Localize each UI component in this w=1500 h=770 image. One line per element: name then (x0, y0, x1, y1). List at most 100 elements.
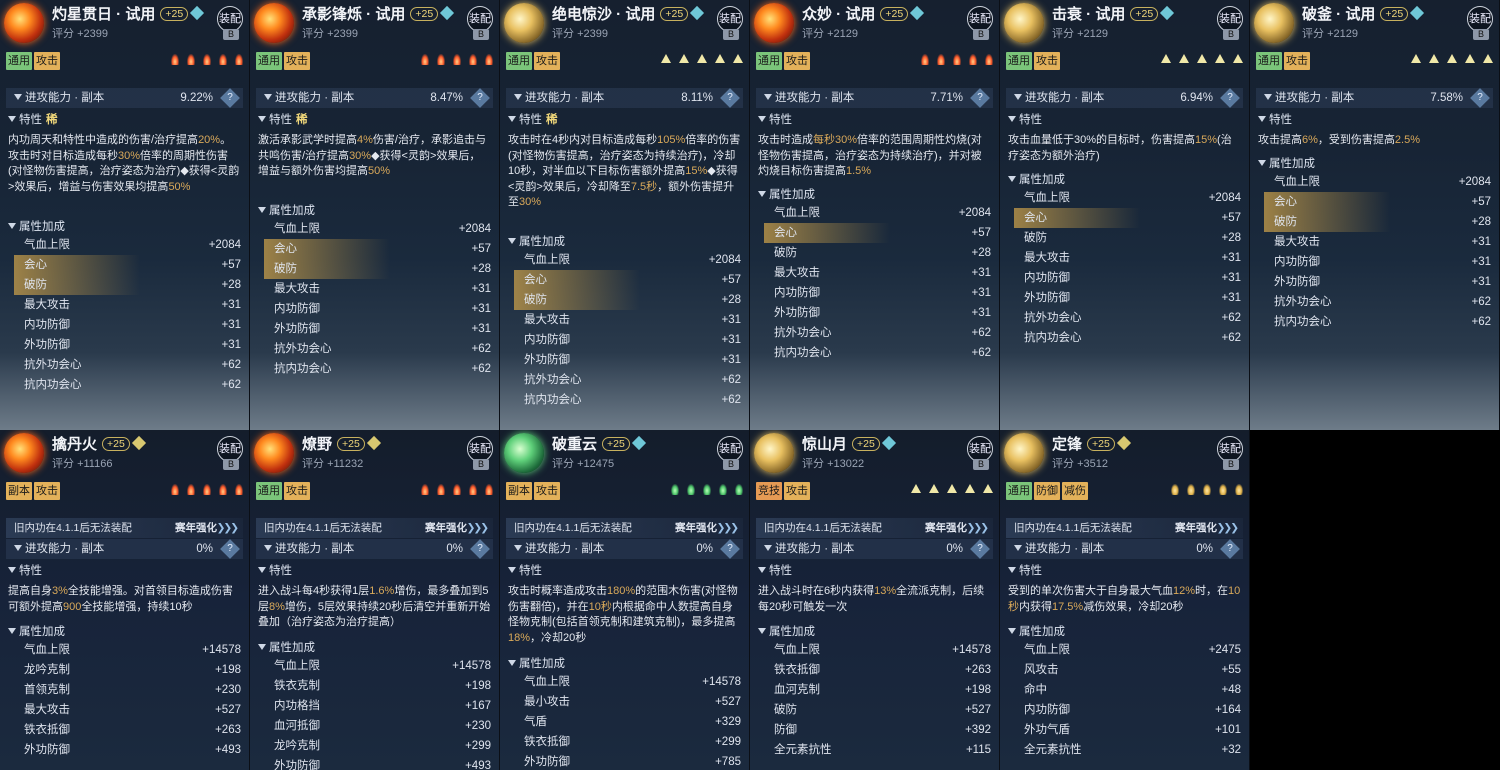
fire-icon (469, 484, 477, 495)
attr-label: 属性加成 (269, 642, 315, 654)
chevron-right-icon[interactable]: ❯❯❯ (717, 518, 739, 538)
ability-label: 进攻能力 · 副本 (25, 543, 105, 555)
skill-title: 击衰 · 试用 +25 (1052, 3, 1175, 24)
help-glyph: ? (1477, 92, 1483, 103)
help-icon[interactable]: ? (1470, 88, 1490, 108)
trait-heading[interactable]: 特性 (508, 562, 542, 578)
help-icon[interactable]: ? (220, 539, 240, 559)
equip-button[interactable]: 装配 B (217, 6, 245, 42)
tag-1: 攻击 (1034, 52, 1060, 70)
attribute-heading[interactable]: 属性加成 (758, 186, 815, 202)
skill-card[interactable]: 燎野 +25 评分 +11232 装配 B 通用 攻击 旧内功在4.1.1后无法装配 赛年强化 ❯… (250, 430, 500, 770)
equip-button[interactable]: 装配 B (1217, 6, 1245, 42)
chevron-right-icon[interactable]: ❯❯❯ (967, 518, 989, 538)
attribute-name: 气血上限 (1024, 644, 1070, 656)
equip-button[interactable]: 装配 B (967, 436, 995, 472)
trait-heading[interactable]: 特性 (758, 562, 792, 578)
tag-0: 副本 (506, 482, 532, 500)
attribute-row: 破防 +28 (1264, 212, 1493, 232)
season-enhance[interactable]: 赛年强化 (1175, 518, 1217, 538)
help-icon[interactable]: ? (720, 88, 740, 108)
attribute-row: 最大攻击 +31 (514, 310, 743, 330)
trait-description: 攻击提高6%，受到伤害提高2.5% (1258, 133, 1491, 149)
equip-button[interactable]: 装配 B (467, 436, 495, 472)
equip-badge: B (1223, 459, 1239, 470)
trait-heading[interactable]: 特性稀 (8, 111, 58, 127)
equip-button[interactable]: 装配 B (1217, 436, 1245, 472)
skill-card[interactable]: 众妙 · 试用 +25 评分 +2129 装配 B 通用 攻击 进攻能力 · 副本 7.71%?… (750, 0, 1000, 430)
trait-heading[interactable]: 特性 (8, 562, 42, 578)
skill-card[interactable]: 惊山月 +25 评分 +13022 装配 B 竞技 攻击 旧内功在4.1.1后无法装配 赛年强化… (750, 430, 1000, 770)
skill-card[interactable]: 擒丹火 +25 评分 +11166 装配 B 副本 攻击 旧内功在4.1.1后无法装配 赛年强化… (0, 430, 250, 770)
help-icon[interactable]: ? (970, 539, 990, 559)
attribute-row: 抗外功会心 +62 (514, 370, 743, 390)
attribute-heading[interactable]: 属性加成 (258, 639, 315, 655)
equip-button[interactable]: 装配 B (1467, 6, 1495, 42)
desc-segment: 攻击提高 (1258, 134, 1302, 146)
attribute-heading[interactable]: 属性加成 (1258, 155, 1315, 171)
desc-segment: 50% (368, 165, 391, 177)
skill-card[interactable]: 承影锋烁 · 试用 +25 评分 +2399 装配 B 通用 攻击 进攻能力 · 副本 8.47… (250, 0, 500, 430)
diamond-icon (1116, 435, 1131, 451)
tri-icon (697, 54, 707, 63)
chevron-right-icon[interactable]: ❯❯❯ (467, 518, 489, 538)
rarity-label: 稀 (546, 114, 558, 126)
skill-card[interactable]: 破釜 · 试用 +25 评分 +2129 装配 B 通用 攻击 进攻能力 · 副本 7.58%?… (1250, 0, 1500, 430)
attribute-name: 最大攻击 (274, 283, 320, 295)
help-glyph: ? (977, 92, 983, 103)
attribute-heading[interactable]: 属性加成 (8, 623, 65, 639)
trait-heading[interactable]: 特性 (758, 111, 792, 127)
trait-heading[interactable]: 特性 (1008, 562, 1042, 578)
trait-heading[interactable]: 特性稀 (258, 111, 308, 127)
chevron-right-icon[interactable]: ❯❯❯ (217, 518, 239, 538)
trait-heading[interactable]: 特性 (1258, 111, 1292, 127)
skill-emblem-icon (1004, 3, 1044, 43)
season-enhance[interactable]: 赛年强化 (925, 518, 967, 538)
help-icon[interactable]: ? (470, 539, 490, 559)
attribute-heading[interactable]: 属性加成 (758, 623, 815, 639)
desc-segment: 进入战斗每4秒获得1层 (258, 585, 370, 597)
equip-button[interactable]: 装配 B (717, 6, 745, 42)
help-icon[interactable]: ? (1220, 88, 1240, 108)
attribute-name: 会心 (524, 274, 547, 286)
trait-heading[interactable]: 特性 (1008, 111, 1042, 127)
equip-button[interactable]: 装配 B (717, 436, 745, 472)
help-icon[interactable]: ? (720, 539, 740, 559)
attribute-heading[interactable]: 属性加成 (1008, 623, 1065, 639)
attribute-heading[interactable]: 属性加成 (258, 202, 315, 218)
ability-label: 进攻能力 · 副本 (275, 92, 355, 104)
desc-segment: 时，在 (1195, 585, 1229, 597)
help-icon[interactable]: ? (220, 88, 240, 108)
attribute-heading[interactable]: 属性加成 (508, 655, 565, 671)
equip-button[interactable]: 装配 B (467, 6, 495, 42)
skill-card[interactable]: 定锋 +25 评分 +3512 装配 B 通用 防御 减伤 旧内功在4.1.1后无法装配 赛年强化… (1000, 430, 1250, 770)
skill-card[interactable]: 击衰 · 试用 +25 评分 +2129 装配 B 通用 攻击 进攻能力 · 副本 6.94%?… (1000, 0, 1250, 430)
attribute-heading[interactable]: 属性加成 (8, 218, 65, 234)
season-enhance[interactable]: 赛年强化 (675, 518, 717, 538)
tri-icon (715, 54, 725, 63)
attribute-name: 铁衣抵御 (24, 724, 70, 736)
skill-card[interactable]: 灼星贯日 · 试用 +25 评分 +2399 装配 B 通用 攻击 进攻能力 · 副本 9.22… (0, 0, 250, 430)
attribute-heading[interactable]: 属性加成 (508, 233, 565, 249)
desc-segment: 4% (357, 134, 373, 146)
help-icon[interactable]: ? (470, 88, 490, 108)
attribute-name: 抗内功会心 (524, 394, 582, 406)
season-enhance[interactable]: 赛年强化 (175, 518, 217, 538)
trait-heading[interactable]: 特性 (258, 562, 292, 578)
equip-button[interactable]: 装配 B (217, 436, 245, 472)
help-icon[interactable]: ? (1220, 539, 1240, 559)
chevron-right-icon[interactable]: ❯❯❯ (1217, 518, 1239, 538)
attribute-row: 抗内功会心 +62 (14, 375, 243, 395)
element-glyphs (421, 54, 493, 65)
attribute-heading[interactable]: 属性加成 (1008, 171, 1065, 187)
equip-button[interactable]: 装配 B (967, 6, 995, 42)
skill-emblem-icon (754, 3, 794, 43)
help-icon[interactable]: ? (970, 88, 990, 108)
skill-card[interactable]: 绝电惊沙 · 试用 +25 评分 +2399 装配 B 通用 攻击 进攻能力 · 副本 8.11… (500, 0, 750, 430)
skill-card[interactable]: 破重云 +25 评分 +12475 装配 B 副本 攻击 旧内功在4.1.1后无法装配 赛年强化… (500, 430, 750, 770)
trait-heading[interactable]: 特性稀 (508, 111, 558, 127)
score-prefix: 评分 (552, 28, 578, 40)
attribute-row: 外功防御 +31 (1014, 288, 1243, 308)
season-enhance[interactable]: 赛年强化 (425, 518, 467, 538)
attribute-value: +32 (1221, 744, 1241, 756)
